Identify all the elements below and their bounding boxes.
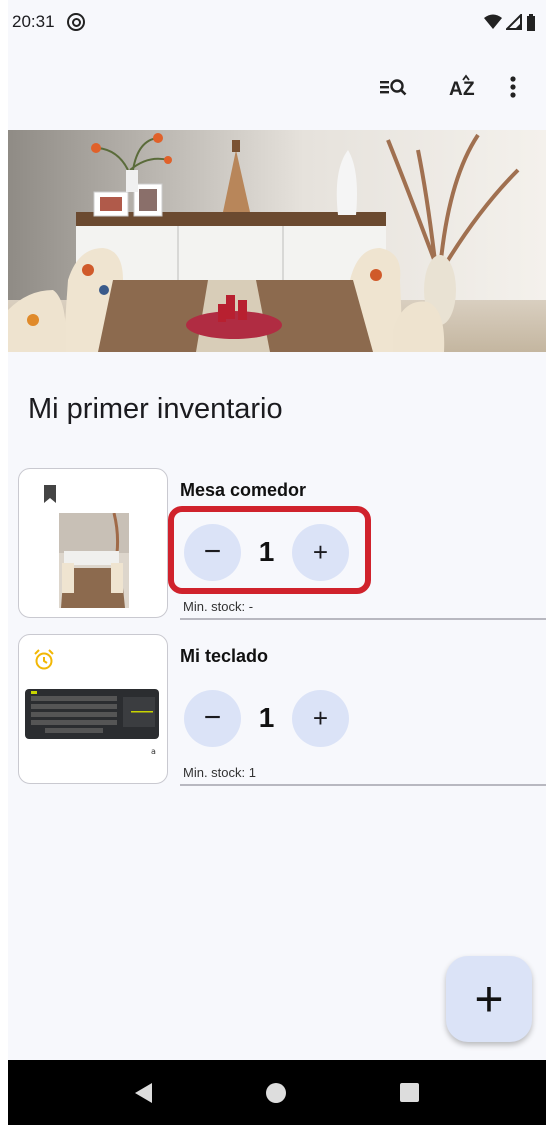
status-bar: 20:31 xyxy=(8,0,546,44)
page-title: Mi primer inventario xyxy=(28,393,283,425)
item-photo: a xyxy=(25,689,159,756)
overflow-menu-button[interactable] xyxy=(498,64,528,110)
status-time: 20:31 xyxy=(12,12,55,31)
home-icon[interactable] xyxy=(266,1082,286,1103)
alarm-clock-icon xyxy=(34,649,54,670)
min-stock-label: Min. stock: 1 xyxy=(183,765,256,780)
list-item[interactable]: a Mi teclado − 1 + Min. stock: 1 xyxy=(18,634,546,786)
quantity-value: 1 xyxy=(258,702,275,733)
list-item[interactable]: Mesa comedor − 1 + Min. stock: - xyxy=(18,468,546,620)
increment-button[interactable]: + xyxy=(292,523,349,581)
inventory-cover-image xyxy=(8,130,546,352)
sort-az-button[interactable]: A Z xyxy=(440,64,486,110)
decrement-button[interactable]: − xyxy=(184,689,241,747)
item-thumbnail[interactable]: a xyxy=(18,634,168,784)
sort-az-icon: A Z xyxy=(449,74,475,100)
quantity-value: 1 xyxy=(258,536,275,567)
more-vert-icon xyxy=(510,76,516,98)
item-divider xyxy=(180,618,546,620)
svg-text:Z: Z xyxy=(463,79,475,100)
item-name[interactable]: Mesa comedor xyxy=(180,480,306,501)
battery-icon xyxy=(527,14,535,31)
svg-text:A: A xyxy=(449,79,463,100)
bookmark-icon xyxy=(44,485,56,503)
filter-search-button[interactable] xyxy=(370,64,416,110)
app-screen: 20:31 A Z Mi primer inventario Mesa come… xyxy=(8,0,546,1125)
filter-search-icon xyxy=(380,79,407,96)
add-item-button[interactable]: + xyxy=(446,956,532,1042)
min-stock-label: Min. stock: - xyxy=(183,599,254,614)
quantity-stepper: − 1 + xyxy=(184,522,354,582)
svg-text:a: a xyxy=(151,747,156,756)
system-navigation-bar xyxy=(8,1060,546,1125)
app-bar: A Z xyxy=(8,44,546,130)
sync-status-icon xyxy=(66,13,85,31)
quantity-stepper: − 1 + xyxy=(184,688,354,748)
signal-icon xyxy=(506,14,522,30)
item-divider xyxy=(180,784,546,786)
recents-icon[interactable] xyxy=(400,1083,419,1102)
back-icon[interactable] xyxy=(135,1082,152,1103)
item-photo xyxy=(59,513,129,608)
increment-button[interactable]: + xyxy=(292,689,349,747)
decrement-button[interactable]: − xyxy=(184,523,241,581)
item-thumbnail[interactable] xyxy=(18,468,168,618)
item-name[interactable]: Mi teclado xyxy=(180,646,268,667)
wifi-icon xyxy=(484,14,502,29)
